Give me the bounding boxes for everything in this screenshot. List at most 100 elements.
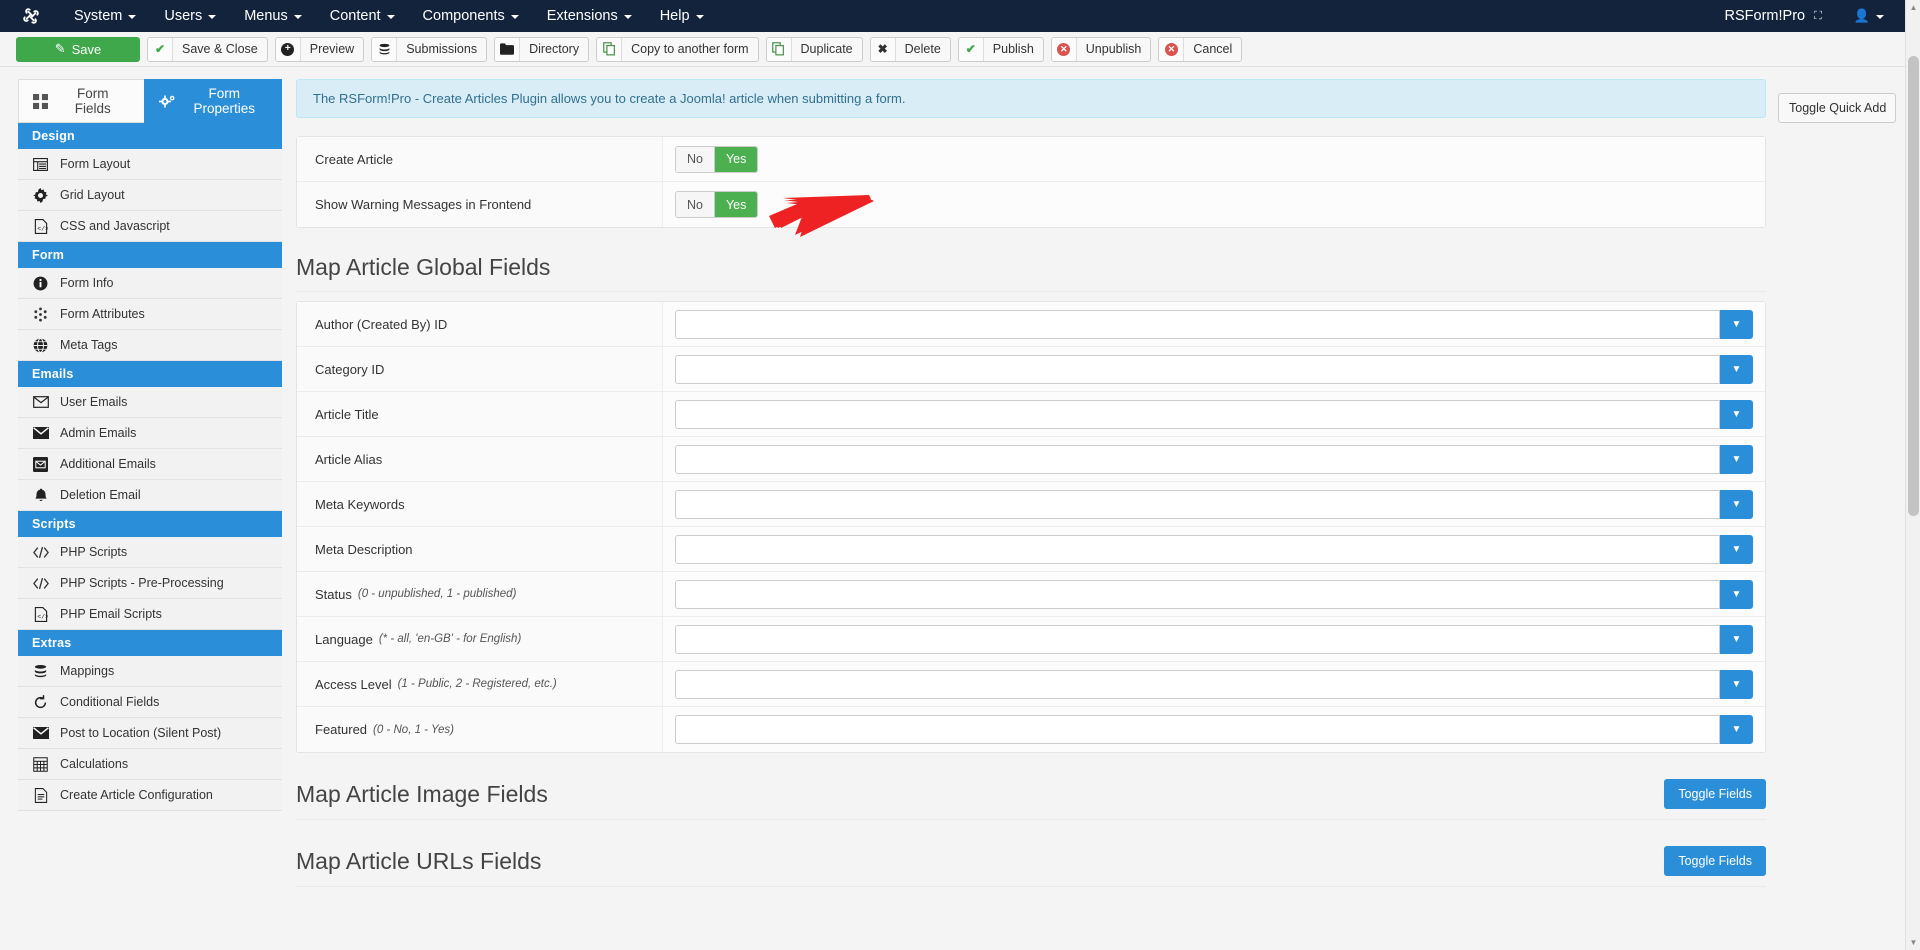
code-icon <box>32 544 49 561</box>
duplicate-label: Duplicate <box>800 42 853 56</box>
envelope-solid-icon <box>32 725 49 742</box>
caret-down-icon <box>293 15 302 19</box>
sidebar-item-meta-tags[interactable]: Meta Tags <box>18 330 282 361</box>
menu-system-label: System <box>74 8 123 24</box>
joomla-logo-icon[interactable] <box>20 5 42 27</box>
submissions-button[interactable]: Submissions <box>371 36 488 62</box>
chevron-down-icon[interactable]: ▼ <box>1720 624 1753 654</box>
menu-content[interactable]: Content <box>316 3 409 29</box>
scroll-up-icon[interactable]: ▲ <box>1906 0 1920 15</box>
sidebar-item-additional-emails[interactable]: Additional Emails <box>18 449 282 480</box>
save-button-label: Save <box>71 41 102 57</box>
tab-form-fields[interactable]: Form Fields <box>18 79 145 123</box>
cancel-button[interactable]: ✕ Cancel <box>1158 36 1243 62</box>
sidebar-item-post-to-location[interactable]: Post to Location (Silent Post) <box>18 718 282 749</box>
create-article-toggle-yes[interactable]: Yes <box>714 146 758 172</box>
chevron-down-icon[interactable]: ▼ <box>1720 489 1753 519</box>
unpublish-button[interactable]: ✕ Unpublish <box>1050 36 1152 62</box>
field-label: Category ID <box>297 347 663 391</box>
user-menu[interactable]: 👤 <box>1840 3 1898 29</box>
scroll-thumb[interactable] <box>1908 56 1919 516</box>
chevron-down-icon[interactable]: ▼ <box>1720 715 1753 744</box>
chevron-down-icon[interactable]: ▼ <box>1720 399 1753 429</box>
create-article-toggle[interactable]: No Yes <box>675 145 759 173</box>
show-warning-messages-label: Show Warning Messages in Frontend <box>297 182 663 227</box>
show-warning-messages-toggle[interactable]: No Yes <box>675 191 759 218</box>
sidebar-item-php-scripts-pre-processing[interactable]: PHP Scripts - Pre-Processing <box>18 568 282 599</box>
access-level-input[interactable] <box>675 669 1720 699</box>
sidebar-item-user-emails[interactable]: User Emails <box>18 387 282 418</box>
featured-input[interactable] <box>675 715 1720 744</box>
delete-label: Delete <box>904 42 941 56</box>
save-button[interactable]: ✎ Save <box>16 36 140 62</box>
article-alias-input[interactable] <box>675 444 1720 474</box>
plugin-notice: The RSForm!Pro - Create Articles Plugin … <box>296 79 1766 118</box>
menu-extensions-label: Extensions <box>546 8 618 24</box>
duplicate-button[interactable]: Duplicate <box>765 36 863 62</box>
toggle-fields-button-image[interactable]: Toggle Fields <box>1664 779 1766 809</box>
bell-icon <box>32 487 49 504</box>
chevron-down-icon[interactable]: ▼ <box>1720 579 1753 609</box>
meta-description-input[interactable] <box>675 534 1720 564</box>
sidebar-item-admin-emails[interactable]: Admin Emails <box>18 418 282 449</box>
page-scrollbar[interactable]: ▲ ▼ <box>1905 0 1920 950</box>
sidebar-item-conditional-fields[interactable]: Conditional Fields <box>18 687 282 718</box>
directory-button[interactable]: Directory <box>494 36 590 62</box>
save-and-close-button[interactable]: ✔ Save & Close <box>147 36 268 62</box>
menu-help[interactable]: Help <box>646 3 718 29</box>
sidebar-item-php-scripts[interactable]: PHP Scripts <box>18 537 282 568</box>
menu-components-label: Components <box>422 8 505 24</box>
sidebar-item-calculations[interactable]: Calculations <box>18 749 282 780</box>
sidebar-item-label: Form Attributes <box>60 307 145 321</box>
article-title-input[interactable] <box>675 399 1720 429</box>
language-input[interactable] <box>675 624 1720 654</box>
preview-button[interactable]: + Preview <box>274 36 365 62</box>
copy-icon <box>766 37 792 61</box>
scroll-down-icon[interactable]: ▼ <box>1906 935 1920 950</box>
page-body: Form Fields Form Properties Design Form … <box>0 67 1920 950</box>
row-show-warning-messages: Show Warning Messages in Frontend No Yes <box>297 182 1765 227</box>
chevron-down-icon[interactable]: ▼ <box>1720 669 1753 699</box>
meta-keywords-input[interactable] <box>675 489 1720 519</box>
field-label: Article Title <box>297 392 663 436</box>
chevron-down-icon[interactable]: ▼ <box>1720 354 1753 384</box>
tab-strip: Form Fields Form Properties <box>18 79 282 123</box>
menu-extensions[interactable]: Extensions <box>533 3 646 29</box>
menu-components[interactable]: Components <box>409 3 533 29</box>
menu-system[interactable]: System <box>60 3 150 29</box>
sidebar-group-emails: Emails <box>18 361 282 387</box>
sidebar-item-grid-layout[interactable]: Grid Layout <box>18 180 282 211</box>
sidebar-item-php-email-scripts[interactable]: </> PHP Email Scripts <box>18 599 282 630</box>
section-title-urls-fields: Map Article URLs Fields Toggle Fields <box>296 846 1766 887</box>
sidebar-item-create-article-configuration[interactable]: Create Article Configuration <box>18 780 282 811</box>
chevron-down-icon[interactable]: ▼ <box>1720 534 1753 564</box>
gears-icon <box>159 94 193 109</box>
chevron-down-icon[interactable]: ▼ <box>1720 444 1753 474</box>
show-warning-toggle-yes[interactable]: Yes <box>714 192 758 217</box>
sidebar-item-form-attributes[interactable]: Form Attributes <box>18 299 282 330</box>
menu-users[interactable]: Users <box>150 3 230 29</box>
site-name-link[interactable]: RSForm!Pro ⛶ <box>1711 3 1836 29</box>
chevron-down-icon[interactable]: ▼ <box>1720 309 1753 339</box>
tab-form-properties[interactable]: Form Properties <box>144 79 282 123</box>
dots-icon <box>32 306 49 323</box>
table-row: Language (* - all, 'en-GB' - for English… <box>297 617 1765 662</box>
app-window: System Users Menus Content Components Ex… <box>0 0 1920 950</box>
delete-button[interactable]: ✖ Delete <box>869 36 951 62</box>
status-input[interactable] <box>675 579 1720 609</box>
copy-to-another-form-button[interactable]: Copy to another form <box>596 36 759 62</box>
toggle-quick-add-button[interactable]: Toggle Quick Add <box>1778 93 1896 123</box>
show-warning-toggle-no[interactable]: No <box>676 192 715 217</box>
create-article-toggle-no[interactable]: No <box>676 146 715 172</box>
menu-menus[interactable]: Menus <box>230 3 316 29</box>
toggle-fields-button-urls[interactable]: Toggle Fields <box>1664 846 1766 876</box>
code-file-icon: </> <box>32 606 49 623</box>
publish-button[interactable]: ✔ Publish <box>957 36 1044 62</box>
sidebar-item-form-layout[interactable]: Form Layout <box>18 149 282 180</box>
sidebar-item-mappings[interactable]: Mappings <box>18 656 282 687</box>
sidebar-item-form-info[interactable]: Form Info <box>18 268 282 299</box>
sidebar-item-deletion-email[interactable]: Deletion Email <box>18 480 282 511</box>
category-id-input[interactable] <box>675 354 1720 384</box>
sidebar-item-css-and-javascript[interactable]: </> CSS and Javascript <box>18 211 282 242</box>
author-created-by-id-input[interactable] <box>675 309 1720 339</box>
